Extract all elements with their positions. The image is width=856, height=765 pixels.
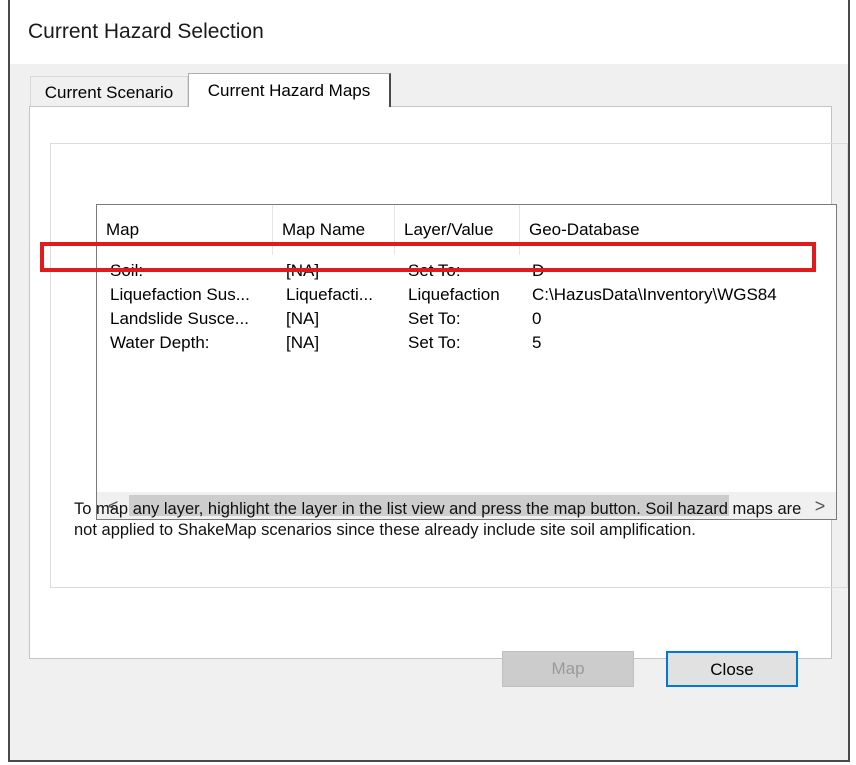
cell-geo-database: C:\HazusData\Inventory\WGS84 bbox=[532, 285, 777, 304]
cell-map-name: [NA] bbox=[286, 261, 320, 280]
cell-map-name: Liquefacti... bbox=[286, 285, 373, 304]
cell-geo-database: 5 bbox=[532, 333, 542, 352]
column-header-map-name[interactable]: Map Name bbox=[273, 205, 395, 255]
title-bar: Current Hazard Selection bbox=[10, 0, 848, 64]
info-text: To map any layer, highlight the layer in… bbox=[74, 500, 802, 539]
tab-panel: Map Map Name Layer/Value Geo-Database So… bbox=[29, 106, 848, 659]
tab-current-scenario[interactable]: Current Scenario bbox=[30, 76, 188, 107]
map-button[interactable]: Map bbox=[502, 651, 634, 687]
close-button[interactable]: Close bbox=[666, 651, 798, 687]
dialog-title: Current Hazard Selection bbox=[28, 20, 264, 43]
hazard-selection-dialog: Current Hazard Selection Current Scenari… bbox=[8, 0, 850, 762]
cell-layer-value: Set To: bbox=[408, 333, 461, 352]
cell-map: Soil: bbox=[110, 261, 144, 280]
column-header-geo-database[interactable]: Geo-Database bbox=[520, 205, 836, 255]
column-header-layer-value[interactable]: Layer/Value bbox=[395, 205, 520, 255]
cell-map: Liquefaction Sus... bbox=[110, 285, 250, 304]
column-header-map[interactable]: Map bbox=[97, 205, 273, 255]
cell-map: Landslide Susce... bbox=[110, 309, 249, 328]
tab-current-hazard-maps[interactable]: Current Hazard Maps bbox=[188, 73, 391, 107]
hazard-map-list[interactable]: Map Map Name Layer/Value Geo-Database So… bbox=[96, 204, 837, 520]
cell-map-name: [NA] bbox=[286, 333, 320, 352]
cell-geo-database: 0 bbox=[532, 309, 542, 328]
cell-layer-value: Set To: bbox=[408, 261, 461, 280]
cell-layer-value: Liquefaction bbox=[408, 285, 500, 304]
cell-layer-value: Set To: bbox=[408, 309, 461, 328]
cell-map-name: [NA] bbox=[286, 309, 320, 328]
cell-geo-database: D bbox=[532, 261, 545, 280]
cell-map: Water Depth: bbox=[110, 333, 210, 352]
